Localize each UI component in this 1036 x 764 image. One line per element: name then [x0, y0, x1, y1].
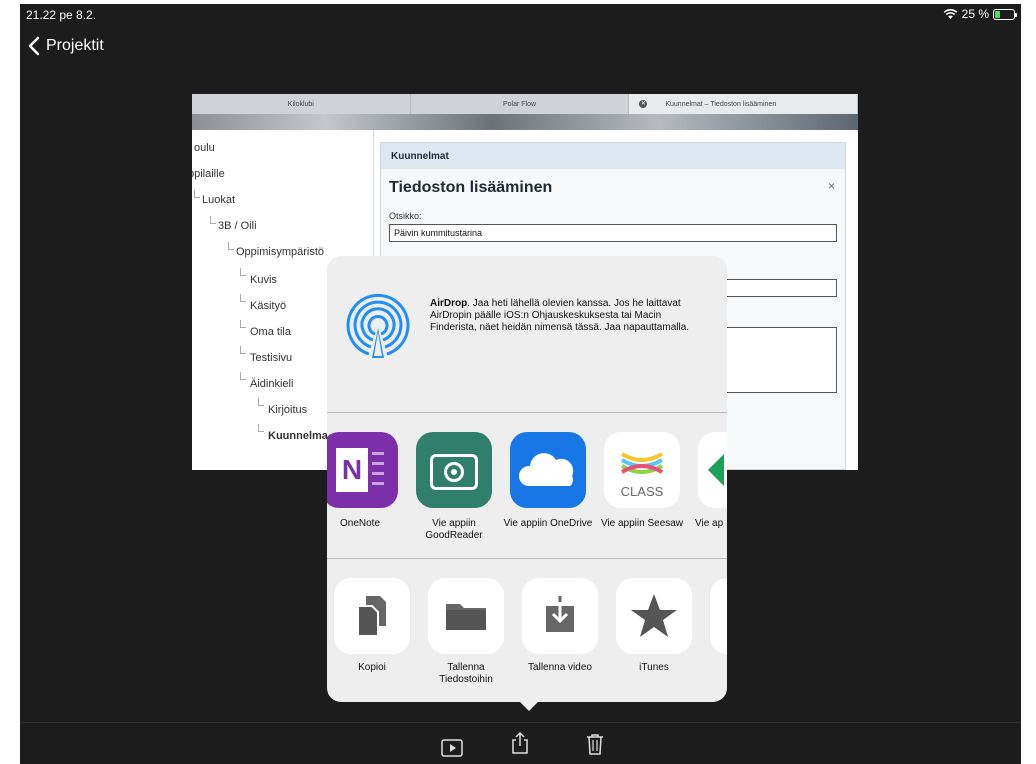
app-label: OneNote: [339, 518, 381, 529]
seesaw-icon: CLASS: [604, 432, 680, 508]
title-label: Otsikko:: [389, 211, 422, 221]
app-label: Vie appiin Seesaw: [600, 518, 684, 529]
app-label: Vie appiin GoodReader: [425, 518, 483, 541]
app-label: Vie appiin OneDrive: [503, 518, 593, 529]
battery-fill: [995, 10, 1000, 18]
tree-item: Oma tila: [250, 326, 291, 338]
status-bar: 21.22 pe 8.2. 25 %: [20, 4, 1021, 26]
tree-item: Oppimisympäristö: [236, 246, 325, 258]
bottom-toolbar: [20, 722, 1021, 764]
back-button[interactable]: Projektit: [28, 36, 104, 56]
download-icon: [522, 578, 598, 654]
action-label: Tallenna video: [528, 662, 592, 673]
action-copy[interactable]: Kopioi: [327, 578, 417, 674]
folder-icon: [428, 578, 504, 654]
share-icon[interactable]: [508, 731, 532, 755]
tree-item: Äidinkieli: [250, 378, 294, 390]
action-save-files[interactable]: Tallenna Tiedostoihin: [421, 578, 511, 686]
airdrop-section[interactable]: AirDrop. Jaa heti lähellä olevien kanssa…: [327, 256, 727, 412]
onenote-icon: N: [327, 432, 398, 508]
action-itunes[interactable]: iTunes: [609, 578, 699, 674]
app-goodreader[interactable]: Vie appiin GoodReader: [409, 432, 499, 542]
divider: [327, 558, 727, 559]
tab-polar-flow: Polar Flow: [411, 94, 630, 114]
tab-kiloklubi: Kiloklubi: [192, 94, 411, 114]
form-header: Kuunnelmat: [381, 143, 845, 169]
action-label: Tallenna Tiedostoihin: [439, 662, 493, 685]
app-onedrive[interactable]: Vie appiin OneDrive: [503, 432, 593, 530]
action-save-video[interactable]: Tallenna video: [515, 578, 605, 674]
action-partial[interactable]: [703, 578, 727, 654]
app-partial[interactable]: Vie ap: [691, 432, 727, 530]
tree-item: Kuvis: [250, 274, 277, 286]
browser-tab-bar: Kiloklubi Polar Flow ✕ Kuunnelmat – Tied…: [192, 94, 858, 114]
seesaw-icon-text: CLASS: [620, 484, 664, 499]
onedrive-icon: [510, 432, 586, 508]
ipad-screen: 21.22 pe 8.2. 25 % Projektit Kiloklubi P…: [20, 4, 1021, 764]
app-label: Vie ap: [695, 518, 724, 529]
tree-item: ppilaille: [192, 168, 225, 180]
tree-item: Kirjoitus: [268, 404, 308, 416]
status-right: 25 %: [943, 7, 1017, 21]
form-title: Tiedoston lisääminen: [389, 179, 553, 196]
chevron-left-icon: [28, 36, 40, 56]
action-label: Kopioi: [358, 662, 386, 673]
tree-item: Luokat: [202, 194, 236, 206]
airdrop-icon: [346, 294, 410, 358]
copy-icon: [334, 578, 410, 654]
share-sheet-arrow: [518, 700, 540, 711]
nav-bar: Projektit: [20, 34, 1021, 64]
battery-percent: 25 %: [961, 7, 989, 21]
tab-close-icon: ✕: [639, 100, 648, 108]
action-partial-icon: [710, 578, 727, 654]
header-banner: [192, 114, 858, 130]
apps-row: N OneNote Vie appiin GoodReader Vie appi…: [327, 432, 727, 550]
tree-item: Testisivu: [250, 352, 293, 364]
wifi-icon: [943, 9, 957, 19]
status-time: 21.22 pe 8.2.: [26, 8, 97, 22]
app-seesaw[interactable]: CLASS Vie appiin Seesaw: [597, 432, 687, 530]
tab-kuunnelmat: ✕ Kuunnelmat – Tiedoston lisääminen: [629, 94, 858, 114]
goodreader-icon: [416, 432, 492, 508]
star-icon: [616, 578, 692, 654]
actions-row: Kopioi Tallenna Tiedostoihin Tallenna vi…: [327, 578, 727, 688]
share-sheet: AirDrop. Jaa heti lähellä olevien kanssa…: [327, 256, 727, 702]
tree-item: oulu: [194, 142, 215, 154]
form-close-icon: ×: [827, 179, 835, 193]
trash-icon[interactable]: [583, 732, 607, 756]
action-label: iTunes: [639, 662, 669, 673]
airdrop-description: AirDrop. Jaa heti lähellä olevien kanssa…: [430, 298, 690, 333]
app-onenote[interactable]: N OneNote: [327, 432, 405, 530]
tree-item: Kuunnelma: [268, 430, 328, 442]
battery-icon: [993, 8, 1017, 20]
tree-item: Käsityö: [250, 300, 287, 312]
play-icon[interactable]: [440, 736, 464, 760]
title-field: Päivin kummitustarina: [389, 224, 837, 242]
app-partial-icon: [698, 432, 727, 508]
divider: [327, 412, 727, 413]
back-label: Projektit: [46, 37, 104, 54]
tree-item: 3B / Oili: [218, 220, 257, 232]
